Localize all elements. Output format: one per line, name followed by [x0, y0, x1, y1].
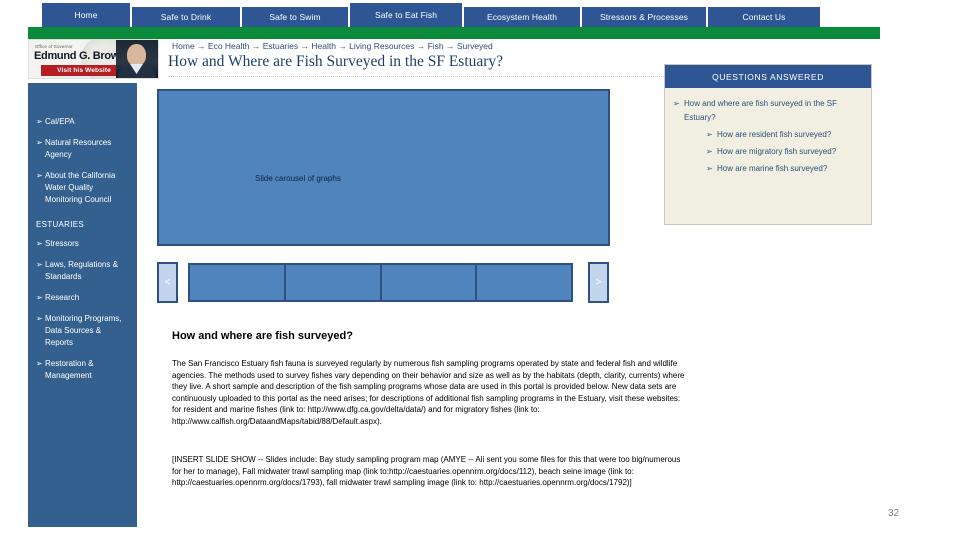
nav-tab-label: Safe to Eat Fish	[374, 10, 438, 20]
chevron-bullet-icon: ➢	[36, 239, 43, 248]
sidebar-item-label: Stressors	[45, 239, 79, 248]
carousel-thumbnail-strip	[188, 263, 573, 302]
carousel-thumbnail[interactable]	[286, 265, 382, 300]
carousel-prev-label: <	[164, 277, 171, 288]
article-paragraph-intro: The San Francisco Estuary fish fauna is …	[172, 359, 685, 426]
carousel-placeholder-caption: Slide carousel of graphs	[255, 174, 341, 183]
nav-tab-home[interactable]: Home	[42, 3, 132, 27]
left-sidebar: ➢ Cal/EPA ➢ Natural Resources Agency ➢ A…	[28, 83, 137, 527]
chevron-bullet-icon: ➢	[706, 164, 713, 173]
article-heading: How and where are fish surveyed?	[172, 330, 353, 342]
sidebar-item-calepa[interactable]: ➢ Cal/EPA	[28, 116, 137, 128]
chevron-bullet-icon: ➢	[36, 359, 43, 368]
nav-tab-contact-us[interactable]: Contact Us	[708, 7, 820, 27]
sidebar-item-natural-resources-agency[interactable]: ➢ Natural Resources Agency	[28, 137, 137, 161]
slide-carousel-stage[interactable]: Slide carousel of graphs	[157, 89, 610, 246]
questions-answered-header: QUESTIONS ANSWERED	[665, 65, 871, 88]
sidebar-item-label: Monitoring Programs, Data Sources & Repo…	[45, 314, 122, 347]
sidebar-item-label: Cal/EPA	[45, 117, 75, 126]
nav-tab-safe-to-drink[interactable]: Safe to Drink	[132, 7, 242, 27]
article-paragraph-slideshow-note: [INSERT SLIDE SHOW -- Slides include: Ba…	[172, 455, 681, 487]
sidebar-item-about-council[interactable]: ➢ About the California Water Quality Mon…	[28, 170, 137, 206]
sidebar-item-label: Restoration & Management	[45, 359, 94, 380]
carousel-thumbnail[interactable]	[382, 265, 478, 300]
visit-website-button[interactable]: Visit his Website	[41, 65, 127, 76]
sidebar-item-label: Research	[45, 293, 80, 302]
qa-primary-question[interactable]: ➢ How and where are fish surveyed in the…	[673, 97, 863, 125]
qa-question-label: How are migratory fish surveyed?	[717, 147, 837, 156]
chevron-bullet-icon: ➢	[36, 260, 43, 269]
chevron-bullet-icon: ➢	[706, 130, 713, 139]
chevron-bullet-icon: ➢	[36, 314, 43, 323]
sidebar-item-laws-regulations-standards[interactable]: ➢ Laws, Regulations & Standards	[28, 259, 137, 283]
sidebar-item-stressors[interactable]: ➢ Stressors	[28, 238, 137, 250]
nav-tab-stressors-processes[interactable]: Stressors & Processes	[582, 7, 708, 27]
primary-navigation: Home Safe to Drink Safe to Swim Safe to …	[42, 3, 820, 27]
green-accent-bar	[28, 27, 880, 39]
nav-tab-label: Ecosystem Health	[486, 12, 558, 22]
chevron-bullet-icon: ➢	[36, 171, 43, 180]
slide-page-number: 32	[888, 508, 900, 519]
qa-sub-question-marine[interactable]: ➢ How are marine fish surveyed?	[673, 162, 863, 176]
sidebar-item-monitoring-programs[interactable]: ➢ Monitoring Programs, Data Sources & Re…	[28, 313, 137, 349]
qa-sub-question-migratory[interactable]: ➢ How are migratory fish surveyed?	[673, 145, 863, 159]
nav-tab-label: Home	[74, 10, 98, 20]
carousel-thumbnail[interactable]	[190, 265, 286, 300]
qa-question-label: How and where are fish surveyed in the S…	[684, 99, 837, 122]
questions-answered-list: ➢ How and where are fish surveyed in the…	[665, 88, 871, 176]
carousel-thumbnail[interactable]	[477, 265, 571, 300]
nav-tab-label: Safe to Swim	[269, 12, 321, 22]
qa-question-label: How are marine fish surveyed?	[717, 164, 828, 173]
chevron-bullet-icon: ➢	[36, 117, 43, 126]
page-title: How and Where are Fish Surveyed in the S…	[168, 53, 504, 70]
carousel-prev-arrow-icon[interactable]: <	[157, 262, 178, 303]
sidebar-item-label: Natural Resources Agency	[45, 138, 112, 159]
chevron-bullet-icon: ➢	[706, 147, 713, 156]
qa-question-label: How are resident fish surveyed?	[717, 130, 832, 139]
portrait-head-shape	[127, 44, 146, 66]
governor-office-label: Office of Governor	[35, 44, 73, 49]
sidebar-section-heading-estuaries: ESTUARIES	[36, 220, 85, 229]
qa-sub-question-resident[interactable]: ➢ How are resident fish surveyed?	[673, 128, 863, 142]
governor-banner[interactable]: Office of Governor Edmund G. Brown Jr. V…	[28, 39, 159, 79]
nav-tab-label: Stressors & Processes	[599, 12, 689, 22]
chevron-bullet-icon: ➢	[673, 99, 680, 108]
nav-tab-label: Contact Us	[742, 12, 786, 22]
sidebar-item-label: Laws, Regulations & Standards	[45, 260, 118, 281]
carousel-next-label: >	[595, 277, 602, 288]
sidebar-item-research[interactable]: ➢ Research	[28, 292, 137, 304]
breadcrumb[interactable]: Home → Eco Health → Estuaries → Health →…	[172, 41, 493, 51]
nav-tab-ecosystem-health[interactable]: Ecosystem Health	[464, 7, 582, 27]
sidebar-item-label: About the California Water Quality Monit…	[45, 171, 116, 204]
carousel-next-arrow-icon[interactable]: >	[588, 262, 609, 303]
questions-answered-panel: QUESTIONS ANSWERED ➢ How and where are f…	[664, 64, 872, 225]
nav-tab-label: Safe to Drink	[160, 12, 212, 22]
governor-portrait	[116, 40, 158, 78]
nav-tab-safe-to-eat-fish[interactable]: Safe to Eat Fish	[350, 3, 464, 27]
chevron-bullet-icon: ➢	[36, 293, 43, 302]
nav-tab-safe-to-swim[interactable]: Safe to Swim	[242, 7, 350, 27]
sidebar-item-restoration-management[interactable]: ➢ Restoration & Management	[28, 358, 137, 382]
chevron-bullet-icon: ➢	[36, 138, 43, 147]
